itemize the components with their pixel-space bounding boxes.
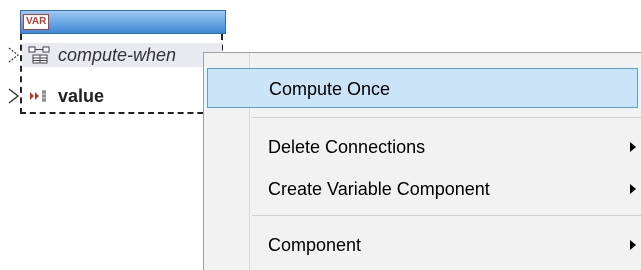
menu-item-label: Delete Connections xyxy=(268,137,426,157)
context-menu: Compute Once Delete Connections Create V… xyxy=(203,52,641,270)
menu-item-delete-connections[interactable]: Delete Connections xyxy=(207,127,638,167)
menu-item-label: Component xyxy=(268,235,362,255)
submenu-arrow-icon xyxy=(630,240,636,250)
menu-item-compute-once[interactable]: Compute Once xyxy=(207,68,638,108)
compute-when-item[interactable]: compute-when xyxy=(8,43,222,67)
input-connector-icon[interactable] xyxy=(8,47,20,63)
value-item[interactable]: value xyxy=(8,84,202,108)
value-icon xyxy=(28,87,52,105)
mapping-canvas: VAR compute-when value Compute Once Dele… xyxy=(0,0,641,270)
menu-separator xyxy=(252,117,641,118)
input-connector-icon[interactable] xyxy=(8,88,20,104)
menu-item-label: Create Variable Component xyxy=(268,179,490,199)
submenu-arrow-icon xyxy=(630,142,636,152)
value-label: value xyxy=(58,86,105,106)
menu-item-component[interactable]: Component xyxy=(207,225,638,265)
menu-separator xyxy=(252,215,641,216)
menu-item-label: Compute Once xyxy=(269,79,391,99)
variable-component-header[interactable]: VAR xyxy=(20,10,226,34)
var-badge: VAR xyxy=(23,14,50,30)
menu-item-create-variable-component[interactable]: Create Variable Component xyxy=(207,169,638,209)
compute-when-icon xyxy=(28,46,52,64)
compute-when-label: compute-when xyxy=(58,45,177,65)
submenu-arrow-icon xyxy=(630,184,636,194)
